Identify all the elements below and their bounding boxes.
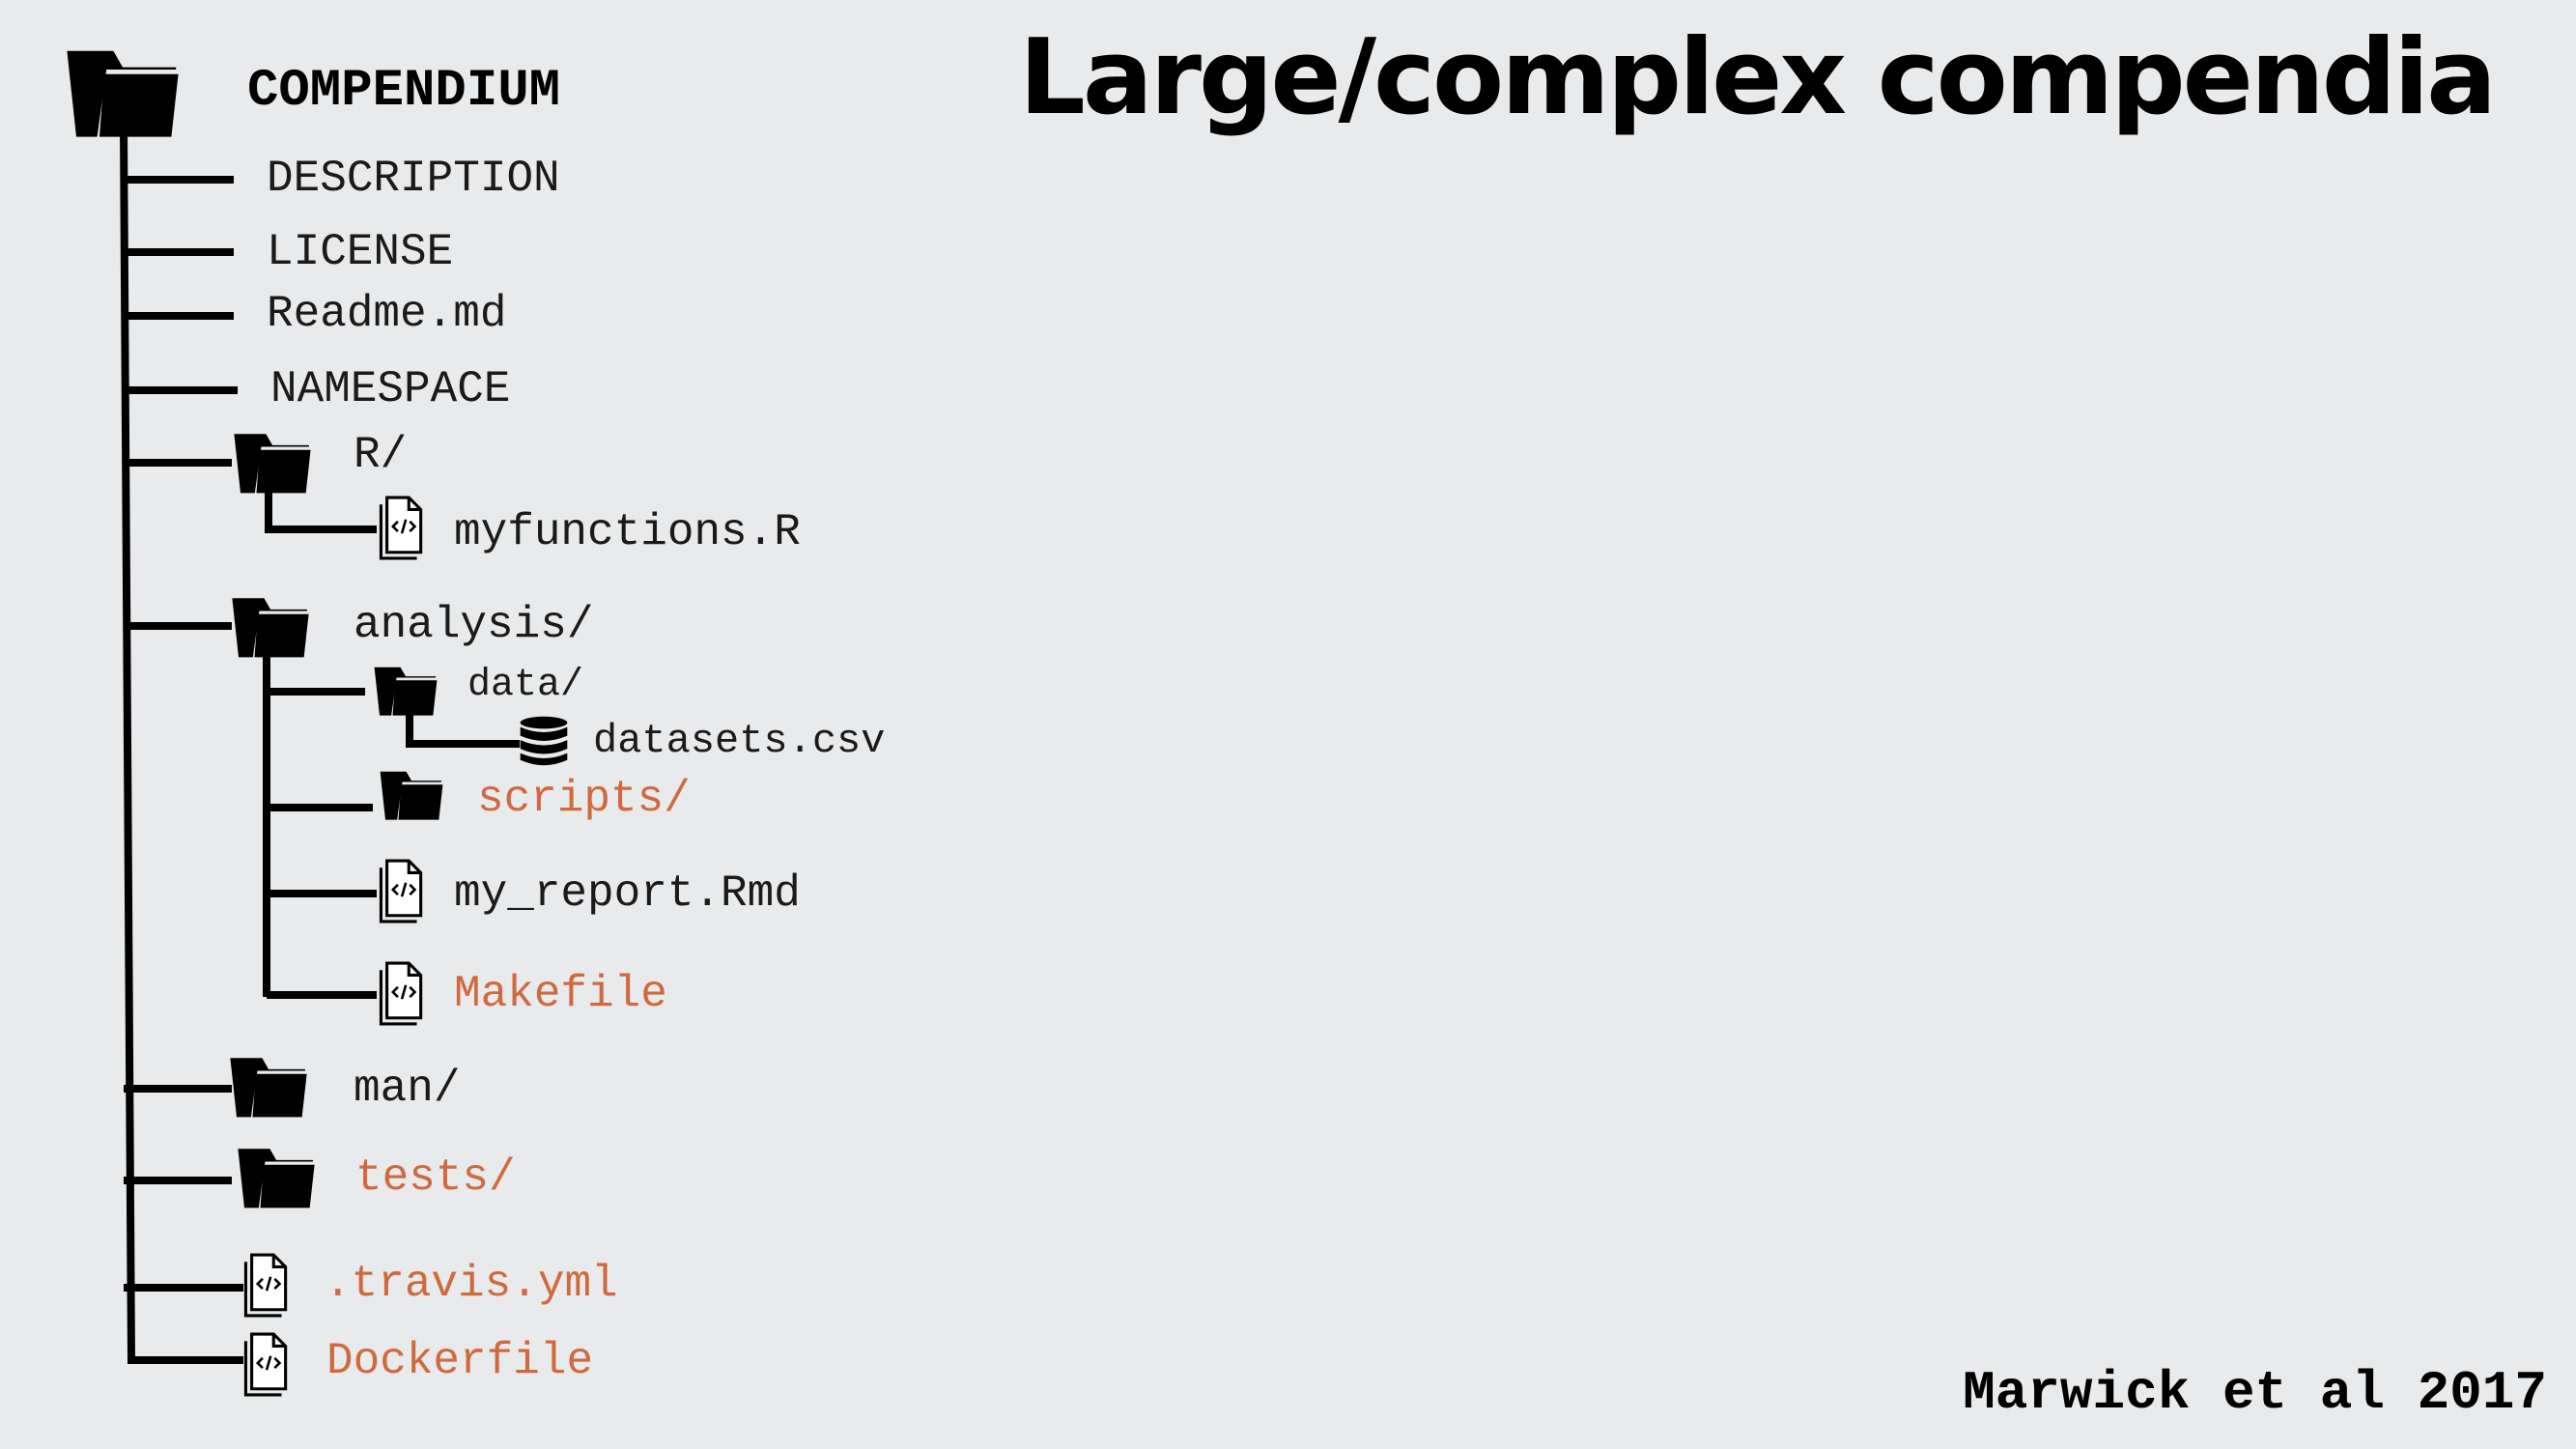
tree-item-readme: Readme.md [267, 289, 507, 339]
tree-item-data-folder: data/ [467, 664, 584, 707]
folder-icon [234, 434, 311, 494]
folder-icon [380, 771, 443, 820]
tree-item-tests-folder: tests/ [355, 1152, 516, 1203]
tree-item-datasets-csv: datasets.csv [593, 718, 886, 764]
tree-item-description: DESCRIPTION [267, 154, 560, 204]
citation: Marwick et al 2017 [1963, 1362, 2547, 1424]
tree-item-makefile: Makefile [454, 969, 667, 1019]
tree-item-namespace: NAMESPACE [270, 364, 511, 414]
database-icon [520, 716, 568, 766]
tree-item-man-folder: man/ [354, 1064, 461, 1114]
tree-diagram [67, 50, 568, 1397]
code-file-icon [243, 1332, 288, 1397]
folder-icon [232, 598, 309, 658]
tree-item-analysis-folder: analysis/ [354, 600, 594, 650]
folder-icon [374, 667, 438, 716]
tree-item-dockerfile: Dockerfile [326, 1336, 594, 1386]
tree-item-r-folder: R/ [354, 430, 408, 480]
folder-icon [67, 50, 179, 137]
folder-icon [230, 1058, 307, 1118]
code-file-icon [379, 859, 423, 923]
root-folder-label: COMPENDIUM [247, 62, 561, 121]
tree-item-travis-yml: .travis.yml [325, 1259, 618, 1309]
tree-item-scripts-folder: scripts/ [477, 774, 691, 824]
tree-item-license: LICENSE [267, 227, 454, 277]
code-file-icon [379, 496, 423, 560]
code-file-icon [379, 961, 423, 1026]
tree-item-my-report: my_report.Rmd [454, 868, 801, 919]
folder-icon [238, 1149, 315, 1208]
tree-item-myfunctions: myfunctions.R [454, 507, 801, 557]
code-file-icon [243, 1253, 288, 1318]
